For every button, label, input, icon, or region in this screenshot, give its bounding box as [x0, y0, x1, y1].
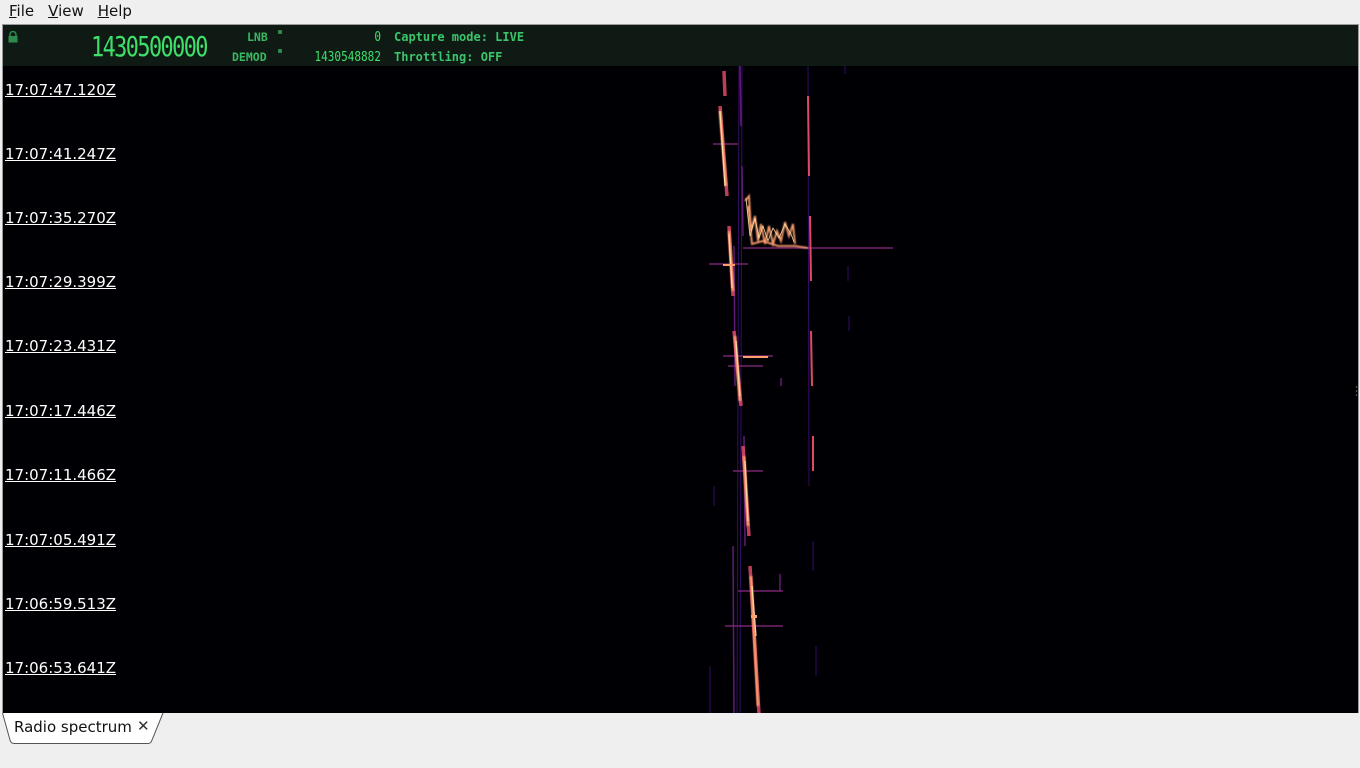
menu-help-label: elp	[109, 2, 132, 20]
timestamp-label[interactable]: 17:07:41.247Z	[5, 145, 116, 163]
timestamp-label[interactable]: 17:06:53.641Z	[5, 659, 116, 677]
menu-file-mnemonic: F	[9, 2, 17, 20]
close-icon[interactable]: ✕	[137, 717, 150, 735]
menu-file-label: ile	[16, 2, 35, 20]
timestamp-label[interactable]: 17:07:17.446Z	[5, 402, 116, 420]
timestamp-label[interactable]: 17:06:59.513Z	[5, 595, 116, 613]
tab-radio-spectrum[interactable]: Radio spectrum ✕	[2, 713, 164, 744]
menu-view[interactable]: View	[43, 2, 89, 20]
menu-bar: File View Help	[0, 0, 1360, 22]
padlock-icon[interactable]	[7, 31, 19, 43]
timestamp-label[interactable]: 17:07:11.466Z	[5, 466, 116, 484]
lnb-label: LNB	[247, 30, 268, 44]
status-header: 1430500000 LNB 0 DEMOD 1430548882 Captur…	[3, 25, 1358, 66]
lnb-lock-icon[interactable]	[278, 30, 282, 34]
tab-bar: Radio spectrum ✕	[0, 713, 1360, 768]
capture-mode-status: Capture mode: LIVE	[394, 30, 525, 44]
waterfall-traces	[3, 66, 1358, 714]
menu-view-mnemonic: V	[48, 2, 59, 20]
timestamp-label[interactable]: 17:07:23.431Z	[5, 337, 116, 355]
demod-label: DEMOD	[232, 50, 267, 64]
tab-label: Radio spectrum	[14, 718, 132, 736]
menu-help-mnemonic: H	[97, 2, 110, 20]
waterfall-display[interactable]: 17:07:47.120Z 17:07:41.247Z 17:07:35.270…	[3, 66, 1358, 714]
menu-view-label: iew	[58, 2, 84, 20]
demod-lock-icon[interactable]	[278, 49, 282, 53]
splitter-handle[interactable]	[1355, 385, 1358, 399]
menu-file[interactable]: File	[4, 2, 39, 20]
menu-help[interactable]: Help	[93, 2, 137, 20]
demod-frequency[interactable]: 1430548882	[298, 51, 381, 65]
timestamp-label[interactable]: 17:07:29.399Z	[5, 273, 116, 291]
throttling-status: Throttling: OFF	[394, 50, 503, 64]
timestamp-label[interactable]: 17:07:35.270Z	[5, 209, 116, 227]
timestamp-label[interactable]: 17:07:05.491Z	[5, 531, 116, 549]
center-frequency[interactable]: 1430500000	[91, 32, 208, 62]
lnb-frequency[interactable]: 0	[298, 31, 381, 45]
timestamp-label[interactable]: 17:07:47.120Z	[5, 81, 116, 99]
spectrum-pane: 1430500000 LNB 0 DEMOD 1430548882 Captur…	[2, 24, 1359, 715]
